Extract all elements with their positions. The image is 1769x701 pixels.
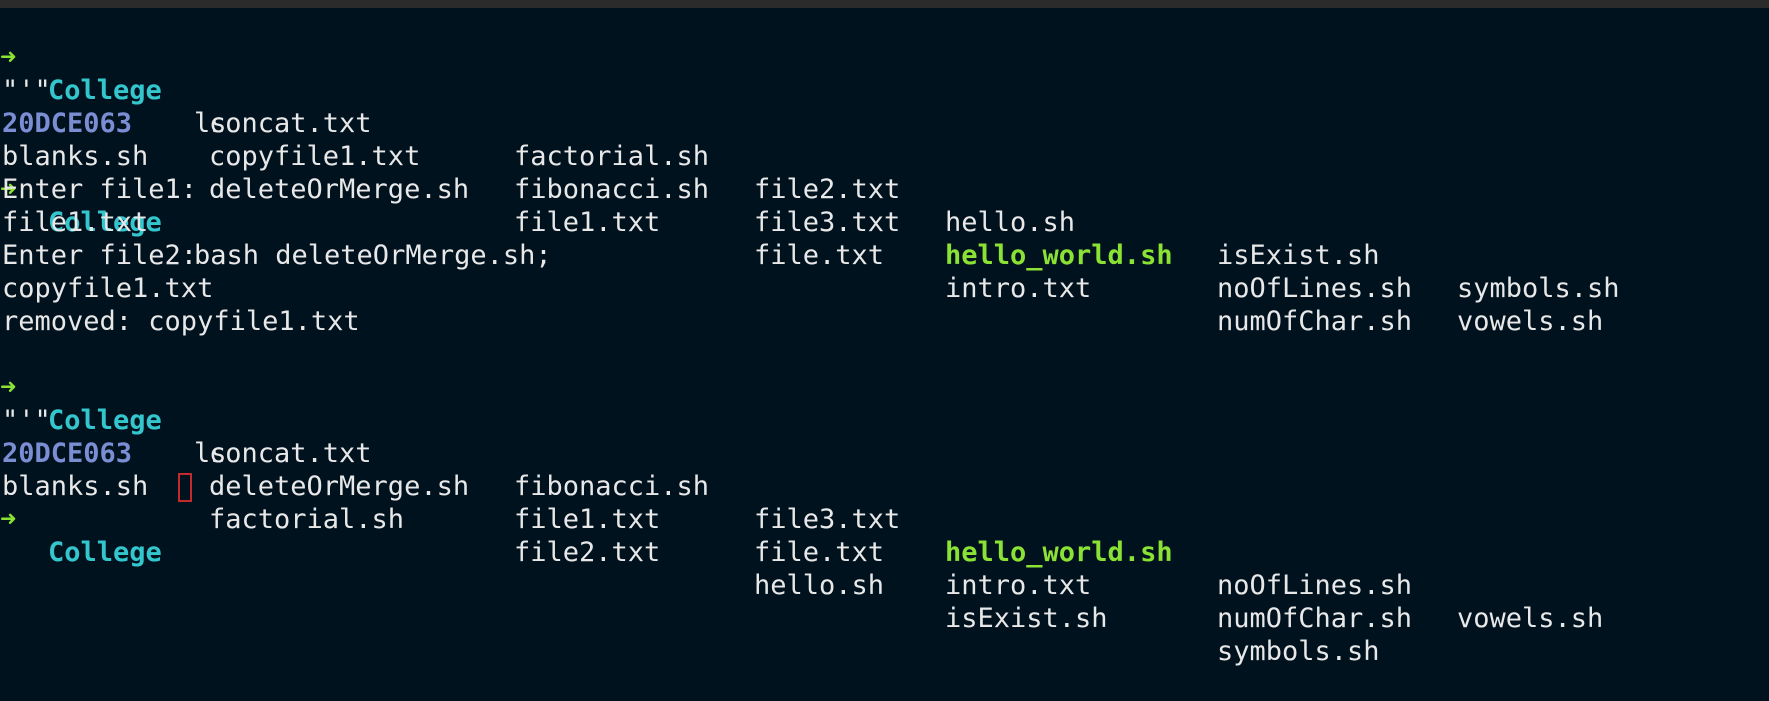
output-text: Enter file2: bbox=[2, 240, 198, 271]
prompt-line: ➜ College bash deleteOrMerge.sh; bbox=[0, 140, 1769, 271]
listing-row: 20DCE063 copyfile1.txt fibonacci.sh file… bbox=[0, 74, 1769, 337]
file-entry: hello.sh bbox=[754, 570, 885, 601]
output-text: copyfile1.txt bbox=[2, 273, 214, 304]
prompt-arrow-icon: ➜ bbox=[0, 504, 17, 535]
output-line: Enter file2: bbox=[0, 239, 1769, 272]
file-entry: intro.txt bbox=[945, 570, 1092, 601]
terminal[interactable]: ➜ College ls "'" concat.txt factorial.sh… bbox=[0, 8, 1769, 667]
window-titlebar bbox=[0, 0, 1769, 8]
file-entry: vowels.sh bbox=[1457, 603, 1604, 634]
text-cursor[interactable] bbox=[178, 473, 192, 502]
listing-row: 20DCE063 deleteOrMerge.sh file1.txt file… bbox=[0, 404, 1769, 634]
prompt-line[interactable]: ➜ College bbox=[0, 470, 1769, 568]
output-text: removed: copyfile1.txt bbox=[2, 306, 360, 337]
file-entry: numOfChar.sh bbox=[1217, 603, 1413, 634]
file-entry: factorial.sh bbox=[209, 504, 405, 535]
output-line: file1.txt bbox=[0, 206, 1769, 239]
listing-row: "'" concat.txt fibonacci.sh file3.txt he… bbox=[0, 371, 1769, 634]
output-line: copyfile1.txt bbox=[0, 272, 1769, 305]
listing-row: blanks.sh deleteOrMerge.sh file1.txt fil… bbox=[0, 107, 1769, 337]
file-entry: noOfLines.sh bbox=[1217, 570, 1413, 601]
file-entry: isExist.sh bbox=[945, 603, 1108, 634]
file-entry: symbols.sh bbox=[1217, 636, 1380, 667]
output-text: file1.txt bbox=[2, 207, 149, 238]
output-text: Enter file1: bbox=[2, 174, 198, 205]
listing-row: blanks.sh factorial.sh file2.txt hello.s… bbox=[0, 437, 1769, 667]
file-entry: file1.txt bbox=[514, 504, 661, 535]
prompt-line: ➜ College ls bbox=[0, 8, 1769, 139]
listing-row: "'" concat.txt factorial.sh file2.txt he… bbox=[0, 41, 1769, 304]
output-line: removed: copyfile1.txt bbox=[0, 305, 1769, 338]
output-line: Enter file1: bbox=[0, 173, 1769, 206]
prompt-line: ➜ College ls bbox=[0, 338, 1769, 469]
file-entry: file3.txt bbox=[754, 504, 901, 535]
